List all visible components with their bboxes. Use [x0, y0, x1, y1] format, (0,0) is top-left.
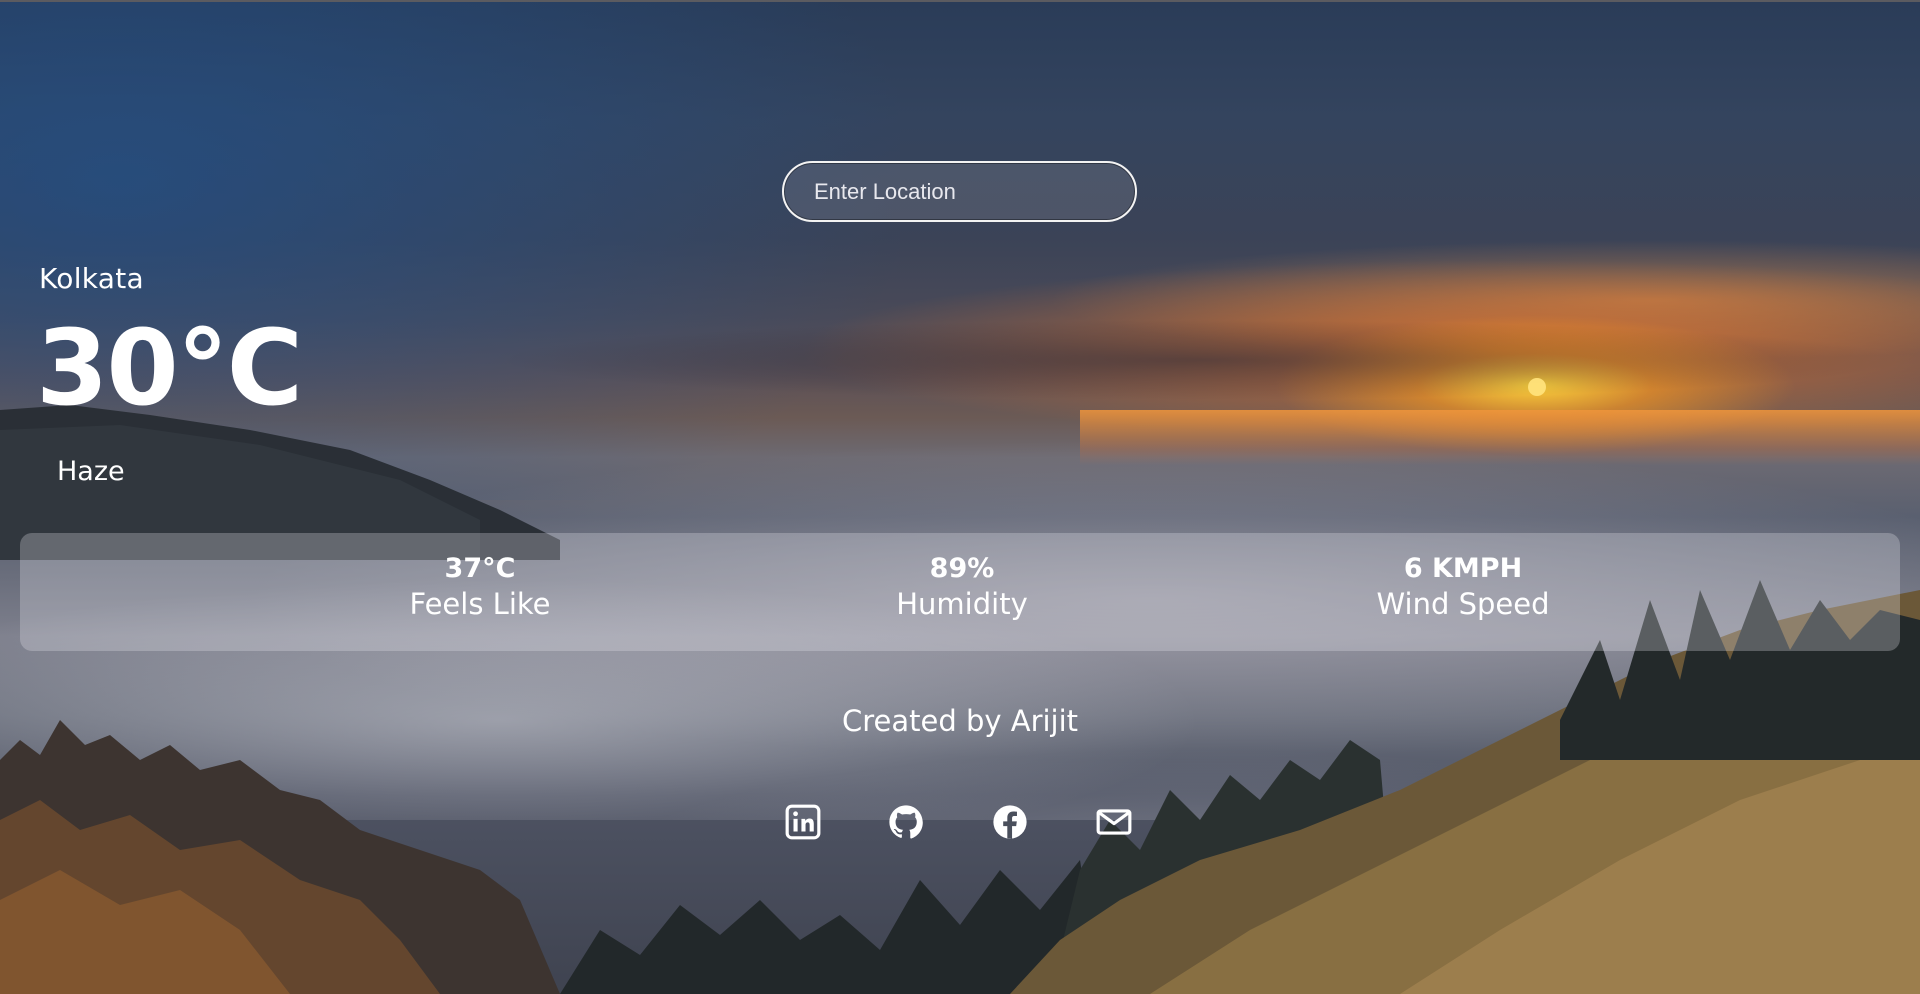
weather-condition: Haze: [57, 456, 125, 487]
humidity-value: 89%: [929, 553, 995, 584]
linkedin-link[interactable]: [783, 802, 823, 842]
wind-speed-label: Wind Speed: [1376, 587, 1550, 622]
current-temperature: 30°C: [36, 307, 303, 429]
facebook-icon: [993, 805, 1027, 839]
github-link[interactable]: [886, 802, 926, 842]
stat-feels-like: 37°C Feels Like: [380, 553, 580, 625]
linkedin-icon: [785, 804, 821, 840]
landscape-silhouettes: [0, 378, 1920, 994]
location-search-input[interactable]: [814, 163, 1114, 220]
background-landscape: [0, 0, 1920, 994]
creator-credit: Created by Arijit: [841, 704, 1079, 738]
social-links: [783, 802, 1139, 844]
mail-icon: [1096, 809, 1132, 835]
top-border: [0, 0, 1920, 2]
facebook-link[interactable]: [990, 802, 1030, 842]
weather-stats-panel: 37°C Feels Like 89% Humidity 6 KMPH Wind…: [20, 533, 1900, 651]
stat-wind-speed: 6 KMPH Wind Speed: [1363, 553, 1563, 625]
humidity-label: Humidity: [896, 587, 1028, 622]
github-icon: [889, 805, 923, 839]
feels-like-label: Feels Like: [409, 587, 551, 622]
feels-like-value: 37°C: [444, 553, 516, 584]
email-link[interactable]: [1094, 802, 1134, 842]
city-name: Kolkata: [39, 262, 144, 295]
wind-speed-value: 6 KMPH: [1403, 553, 1523, 584]
location-search-box[interactable]: [782, 161, 1137, 222]
stat-humidity: 89% Humidity: [862, 553, 1062, 625]
